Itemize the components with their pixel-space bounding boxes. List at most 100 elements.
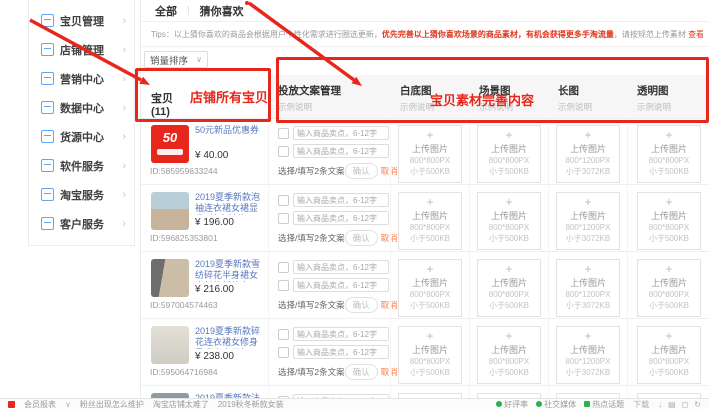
upload-image-button[interactable]: +上传图片800*800PX小于500KB (398, 125, 462, 183)
upload-limit-hint: 小于500KB (399, 300, 461, 311)
bottom-bar-link[interactable]: 粉丝出现怎么维护 (80, 399, 144, 409)
column-title: 白底图 (400, 83, 469, 98)
selling-point-line (278, 260, 390, 274)
upload-image-button[interactable]: +上传图片800*800PX小于500KB (637, 192, 701, 250)
upload-image-button[interactable]: +上传图片800*800PX小于500KB (637, 326, 701, 384)
product-count-header: 宝贝(11) (151, 90, 188, 118)
member-report-link[interactable]: 会员报表 (24, 399, 56, 409)
copy-actions: 选择/填写2条文案确认取消 (278, 230, 390, 246)
product-title-link[interactable]: 50元新品优惠券 (195, 125, 263, 136)
checkbox[interactable] (278, 262, 289, 273)
tab-divider: | (187, 5, 190, 16)
checkbox[interactable] (278, 146, 289, 157)
checkbox[interactable] (278, 195, 289, 206)
sidebar-item-baby-manage[interactable]: 宝贝管理› (29, 6, 134, 35)
upload-size-hint: 800*800PX (399, 223, 461, 232)
upload-image-button[interactable]: +上传图片800*800PX小于500KB (477, 326, 541, 384)
tab-all[interactable]: 全部 (155, 3, 177, 19)
sidebar-item-customer-service[interactable]: 客户服务› (29, 209, 134, 238)
bottom-links: 粉丝出现怎么维护淘宝店铺太难了 2019秋冬新款女装 (80, 399, 284, 409)
monitor-icon (584, 401, 590, 407)
selling-point-input[interactable] (293, 345, 389, 359)
download-button[interactable]: 下载 (633, 399, 649, 409)
checkbox[interactable] (278, 280, 289, 291)
selling-point-line (278, 126, 390, 140)
chevron-down-icon: ∨ (196, 55, 202, 64)
bottom-badges: 好评率社交媒体热点话题 (496, 399, 624, 409)
checkbox[interactable] (278, 347, 289, 358)
sidebar-item-supply-center[interactable]: 货源中心› (29, 122, 134, 151)
bottom-bar-link[interactable]: 淘宝店铺太难了 (153, 399, 209, 409)
product-title-link[interactable]: 2019夏季新款泡袖连衣裙女裙显瘦T恤中长款 (195, 192, 263, 215)
checkbox[interactable] (278, 213, 289, 224)
sidebar-item-marketing-center[interactable]: 营销中心› (29, 64, 134, 93)
bottom-bar-badge[interactable]: 社交媒体 (536, 399, 576, 409)
example-explain-link[interactable]: 示例说明 (558, 101, 627, 113)
upload-image-button[interactable]: +上传图片800*800PX小于500KB (477, 192, 541, 250)
tool-icon[interactable]: ↻ (694, 400, 701, 409)
selling-point-input[interactable] (293, 193, 389, 207)
upload-image-button[interactable]: +上传图片800*1200PX小于3072KB (556, 192, 620, 250)
sidebar-item-taobao-service[interactable]: 淘宝服务› (29, 180, 134, 209)
upload-label: 上传图片 (478, 209, 540, 222)
tips-detail-link[interactable]: 查看详情> (688, 30, 703, 39)
product-title-link[interactable]: 2019夏季新款雪纺碎花半身裙女中长款新款白 (195, 259, 263, 282)
example-explain-link[interactable]: 示例说明 (637, 101, 709, 113)
product-title-link[interactable]: 2019夏季新款碎花连衣裙女修身显瘦小众网红 (195, 326, 263, 349)
upload-image-button[interactable]: +上传图片800*800PX小于500KB (398, 326, 462, 384)
tool-icon[interactable]: ◻ (682, 400, 689, 409)
chevron-right-icon: › (122, 102, 126, 114)
upload-image-button[interactable]: +上传图片800*800PX小于500KB (398, 259, 462, 317)
checkbox[interactable] (278, 128, 289, 139)
upload-limit-hint: 小于500KB (478, 166, 540, 177)
sidebar-item-data-center[interactable]: 数据中心› (29, 93, 134, 122)
selling-point-line (278, 345, 390, 359)
sort-dropdown[interactable]: 销量排序 ∨ (144, 51, 208, 68)
selling-point-line (278, 278, 390, 292)
selling-point-input[interactable] (293, 278, 389, 292)
product-price: ¥ 216.00 (195, 284, 234, 295)
upload-limit-hint: 小于500KB (399, 233, 461, 244)
confirm-button[interactable]: 确认 (345, 364, 378, 380)
upload-image-button[interactable]: +上传图片800*800PX小于500KB (637, 125, 701, 183)
selling-point-input[interactable] (293, 126, 389, 140)
upload-image-button[interactable]: +上传图片800*800PX小于500KB (398, 192, 462, 250)
selling-point-input[interactable] (293, 211, 389, 225)
upload-image-button[interactable]: +上传图片800*800PX小于500KB (477, 259, 541, 317)
selling-point-input[interactable] (293, 144, 389, 158)
upload-cell: +上传图片800*1200PX小于3072KB (548, 319, 627, 385)
sidebar-item-shop-manage[interactable]: 店铺管理› (29, 35, 134, 64)
confirm-button[interactable]: 确认 (345, 163, 378, 179)
product-thumbnail (151, 326, 189, 364)
tool-icon[interactable]: ↓ (658, 400, 662, 409)
upload-cell: +上传图片800*800PX小于500KB (469, 252, 548, 318)
plus-icon: + (399, 197, 461, 208)
example-explain-link[interactable]: 示例说明 (400, 101, 469, 113)
confirm-button[interactable]: 确认 (345, 230, 378, 246)
copy-actions: 选择/填写2条文案确认取消 (278, 364, 390, 380)
plus-icon: + (399, 130, 461, 141)
bottom-bar-badge[interactable]: 热点话题 (584, 399, 624, 409)
selling-point-input[interactable] (293, 260, 389, 274)
main-panel: 全部 | 猜你喜欢 Tips：以上猜你喜欢的商品会根据用户个性化需求进行圈选更新… (140, 0, 709, 409)
coupon-value-text: 50 (151, 130, 189, 145)
upload-label: 上传图片 (638, 142, 700, 155)
bottom-bar-badge[interactable]: 好评率 (496, 399, 528, 409)
checkbox[interactable] (278, 329, 289, 340)
sidebar-item-software-service[interactable]: 软件服务› (29, 151, 134, 180)
upload-image-button[interactable]: +上传图片800*1200PX小于3072KB (556, 326, 620, 384)
upload-image-button[interactable]: +上传图片800*800PX小于500KB (477, 125, 541, 183)
upload-label: 上传图片 (478, 276, 540, 289)
upload-image-button[interactable]: +上传图片800*1200PX小于3072KB (556, 125, 620, 183)
product-id: ID:596825353801 (150, 233, 218, 243)
confirm-button[interactable]: 确认 (345, 297, 378, 313)
selling-point-input[interactable] (293, 327, 389, 341)
tool-icon[interactable]: ▤ (668, 400, 676, 409)
upload-image-button[interactable]: +上传图片800*1200PX小于3072KB (556, 259, 620, 317)
example-explain-link[interactable]: 示例说明 (479, 101, 548, 113)
upload-image-button[interactable]: +上传图片800*800PX小于500KB (637, 259, 701, 317)
bottom-bar-link[interactable]: 2019秋冬新款女装 (218, 399, 284, 409)
tab-guess-you-like[interactable]: 猜你喜欢 (200, 3, 244, 19)
example-explain-link[interactable]: 示例说明 (278, 101, 390, 113)
upload-label: 上传图片 (399, 142, 461, 155)
